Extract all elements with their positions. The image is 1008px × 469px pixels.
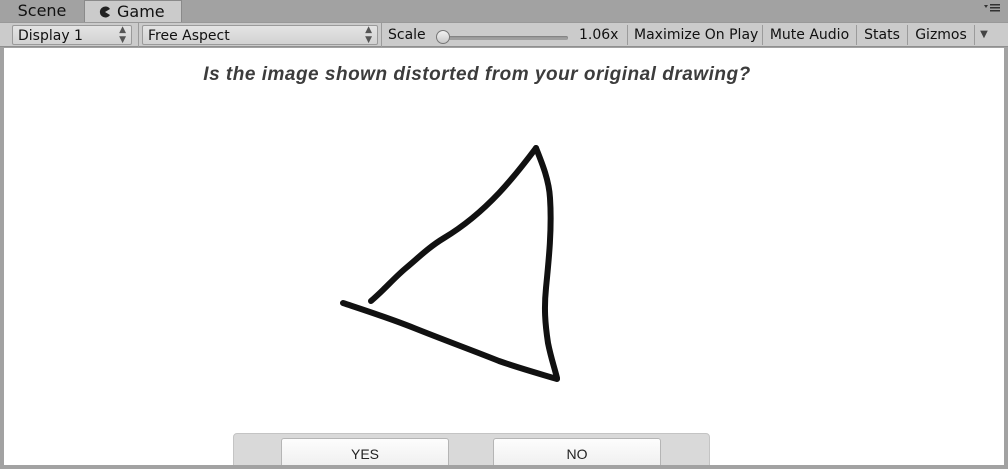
panel-menu-icon[interactable]	[984, 2, 1000, 17]
display-dropdown-label: Display 1	[18, 28, 83, 44]
stats-label: Stats	[864, 27, 900, 43]
no-button-label: NO	[566, 446, 588, 462]
scale-value: 1.06x	[579, 27, 619, 43]
gizmos-dropdown-arrow-icon[interactable]: ▼	[976, 25, 992, 45]
scale-label: Scale	[388, 27, 426, 43]
up-down-arrows-icon: ▲ ▼	[119, 25, 126, 45]
tab-game[interactable]: Game	[84, 0, 182, 22]
yes-button-label: YES	[350, 446, 379, 462]
maximize-on-play-button[interactable]: Maximize On Play	[627, 25, 762, 45]
tab-game-label: Game	[117, 2, 165, 21]
pacman-icon	[99, 1, 113, 23]
mute-audio-button[interactable]: Mute Audio	[762, 25, 856, 45]
yes-button[interactable]: YES	[281, 438, 449, 465]
tab-scene-label: Scene	[17, 1, 67, 20]
gizmos-label: Gizmos	[915, 27, 967, 43]
scale-slider-track[interactable]	[440, 36, 568, 40]
stats-button[interactable]: Stats	[856, 25, 907, 45]
aspect-dropdown-label: Free Aspect	[148, 28, 230, 44]
drawn-stroke	[368, 145, 539, 304]
editor-tab-bar: Scene Game	[0, 0, 1008, 22]
toolbar-divider	[381, 23, 382, 47]
game-view-toolbar: Display 1 ▲ ▼ Free Aspect ▲ ▼ Scale 1.06x …	[0, 22, 1008, 47]
no-button[interactable]: NO	[493, 438, 661, 465]
mute-audio-label: Mute Audio	[769, 27, 850, 43]
maximize-on-play-label: Maximize On Play	[634, 27, 759, 43]
up-down-arrows-icon: ▲ ▼	[365, 25, 372, 45]
gizmos-button[interactable]: Gizmos	[907, 25, 975, 45]
toolbar-divider	[138, 23, 139, 47]
drawing-canvas	[340, 145, 560, 382]
tab-scene[interactable]: Scene	[0, 0, 84, 22]
drawn-stroke	[533, 145, 560, 381]
aspect-dropdown[interactable]: Free Aspect ▲ ▼	[142, 25, 378, 45]
answer-panel: YES NO	[233, 433, 710, 465]
display-dropdown[interactable]: Display 1 ▲ ▼	[12, 25, 132, 45]
scale-slider-thumb[interactable]	[436, 30, 451, 44]
drawn-stroke	[340, 300, 560, 382]
game-viewport: Is the image shown distorted from your o…	[4, 48, 1004, 465]
